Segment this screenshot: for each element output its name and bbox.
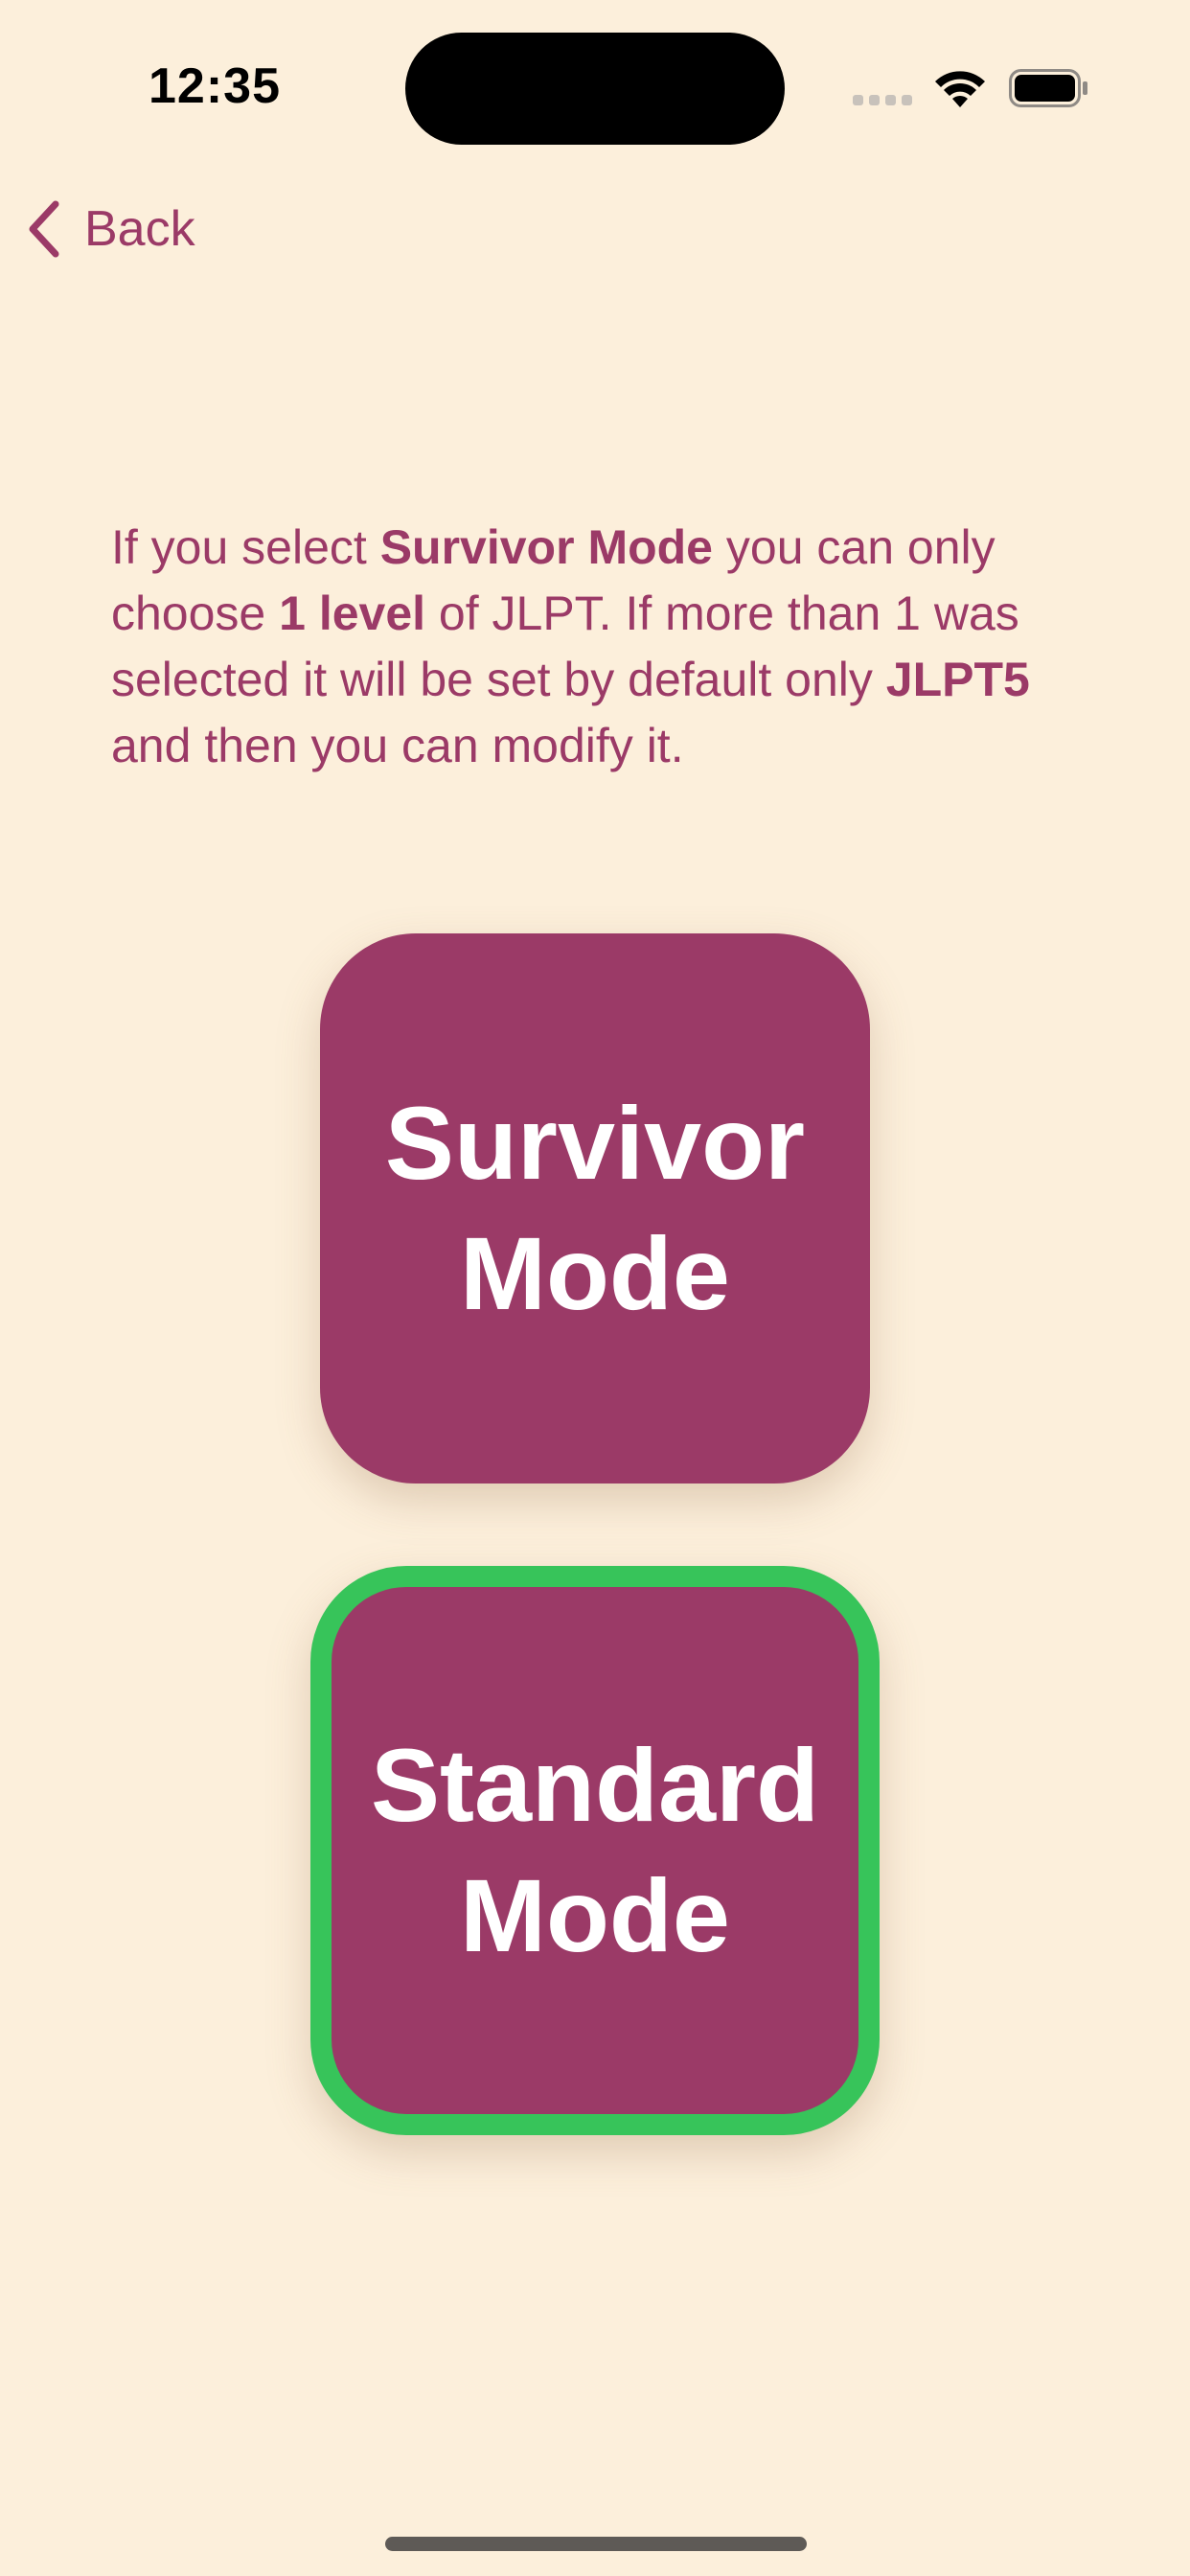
battery-icon <box>1009 69 1087 107</box>
standard-mode-label: Standard Mode <box>370 1727 820 1973</box>
survivor-mode-label: Survivor Mode <box>384 1085 806 1331</box>
back-label: Back <box>84 201 195 257</box>
survivor-mode-emphasis: Survivor Mode <box>379 520 713 574</box>
wifi-icon <box>935 71 985 107</box>
survivor-mode-button[interactable]: Survivor Mode <box>320 933 870 1484</box>
back-button[interactable]: Back <box>25 196 195 263</box>
standard-mode-button[interactable]: Standard Mode <box>310 1566 880 2135</box>
mode-select-screen: 12:35 Back If you select Survivor Mode y… <box>0 0 1190 2576</box>
dynamic-island <box>405 33 785 145</box>
jlpt5-emphasis: JLPT5 <box>885 653 1030 706</box>
home-indicator[interactable] <box>385 2537 807 2551</box>
survivor-mode-info-text: If you select Survivor Mode you can only… <box>111 520 1030 772</box>
status-time: 12:35 <box>149 58 281 114</box>
chevron-left-icon <box>29 200 59 258</box>
cellular-signal-icon <box>853 95 912 105</box>
one-level-emphasis: 1 level <box>279 586 426 640</box>
